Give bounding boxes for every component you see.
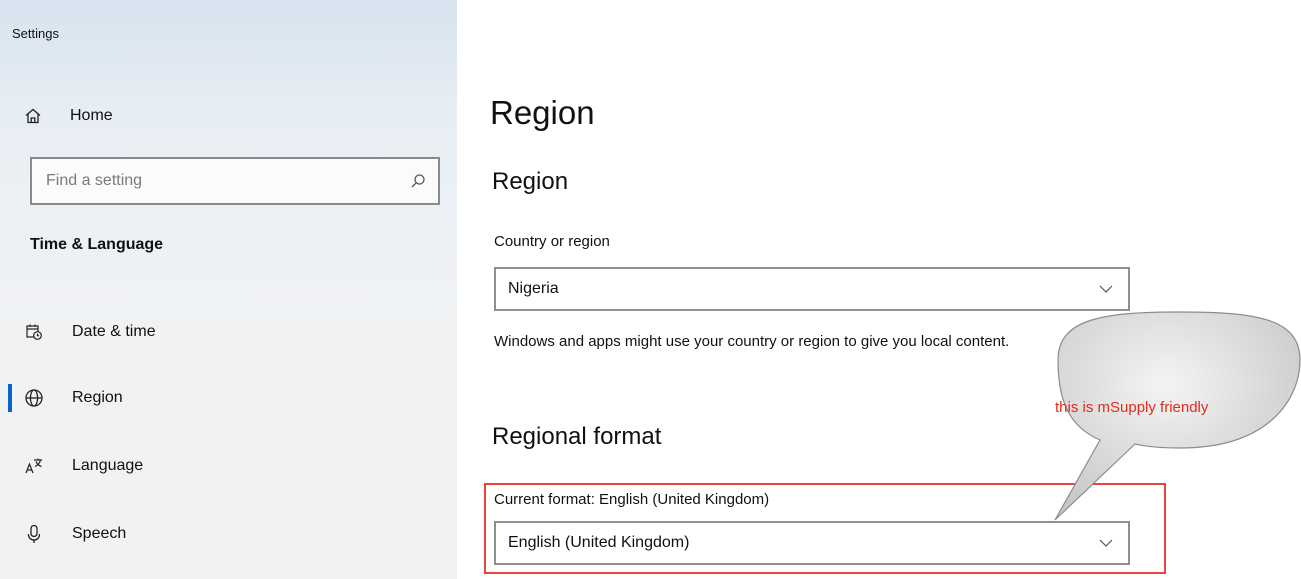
app-title: Settings	[12, 26, 59, 41]
sidebar-item-label: Date & time	[72, 323, 156, 340]
search-input[interactable]	[32, 159, 398, 203]
sidebar-item-region[interactable]: Region	[8, 380, 440, 416]
sidebar-item-label: Language	[72, 457, 144, 474]
globe-icon	[20, 384, 48, 412]
country-label: Country or region	[494, 233, 610, 250]
home-icon	[20, 103, 46, 129]
sidebar-item-label: Region	[72, 389, 123, 406]
chevron-down-icon	[1084, 269, 1128, 309]
page-title: Region	[490, 94, 595, 131]
sidebar-item-label: Home	[70, 107, 113, 124]
callout-text: this is mSupply friendly	[1055, 399, 1209, 416]
country-select-value: Nigeria	[508, 280, 559, 297]
regional-format-heading: Regional format	[492, 423, 662, 450]
sidebar-item-date-time[interactable]: Date & time	[20, 314, 440, 350]
region-heading: Region	[492, 168, 569, 195]
country-description: Windows and apps might use your country …	[494, 333, 1010, 350]
search-icon[interactable]	[398, 159, 438, 203]
microphone-icon	[20, 520, 48, 548]
highlight-box	[484, 483, 1166, 574]
sidebar: Settings Home Time & Language	[0, 0, 457, 579]
calendar-clock-icon	[20, 318, 48, 346]
sidebar-item-label: Speech	[72, 525, 127, 542]
search-box[interactable]	[30, 157, 440, 205]
language-icon	[20, 452, 48, 480]
country-select[interactable]: Nigeria	[494, 267, 1130, 311]
sidebar-item-language[interactable]: Language	[20, 448, 440, 484]
sidebar-item-home[interactable]: Home	[20, 100, 440, 132]
section-title: Time & Language	[30, 236, 164, 253]
sidebar-item-speech[interactable]: Speech	[20, 516, 440, 552]
